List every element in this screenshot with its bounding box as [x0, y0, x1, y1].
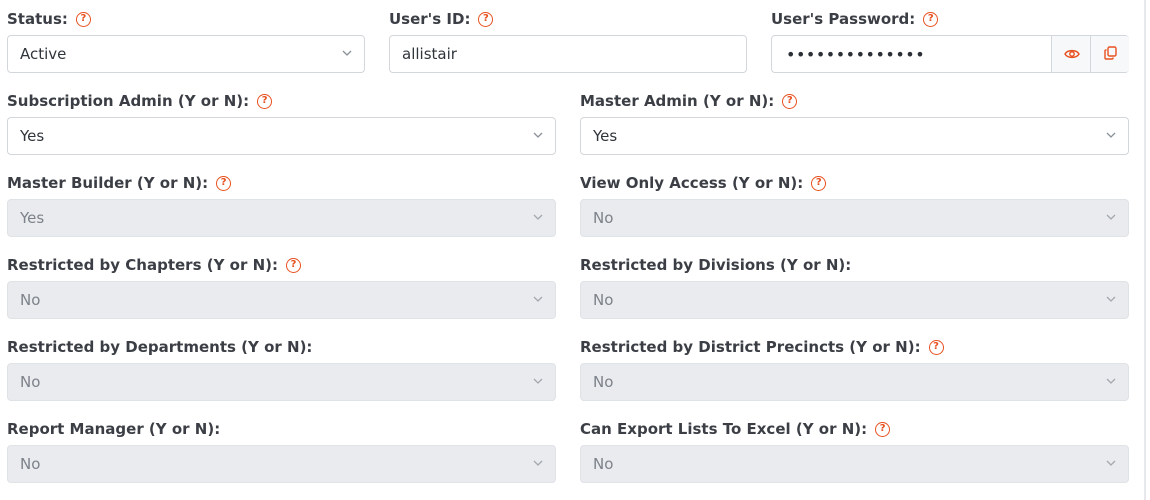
view-only-access-label: View Only Access (Y or N): ? [580, 173, 827, 193]
chevron-down-icon [1106, 295, 1116, 303]
subscription-admin-label: Subscription Admin (Y or N): ? [7, 91, 273, 111]
user-id-value: allistair [402, 45, 457, 63]
password-input[interactable]: •••••••••••••• [771, 35, 1129, 73]
copy-password-button[interactable] [1090, 36, 1129, 72]
restricted-departments-field: Restricted by Departments (Y or N): No [7, 337, 556, 401]
help-icon[interactable]: ? [875, 421, 891, 437]
restricted-chapters-select: No [7, 281, 556, 319]
restricted-divisions-label: Restricted by Divisions (Y or N): [580, 256, 852, 274]
scrollbar-track[interactable] [1144, 0, 1146, 500]
master-admin-label: Master Admin (Y or N): ? [580, 91, 798, 111]
help-icon[interactable]: ? [257, 93, 273, 109]
chevron-down-icon [533, 213, 543, 221]
view-only-access-value: No [593, 209, 614, 227]
report-manager-field: Report Manager (Y or N): No [7, 419, 556, 483]
help-icon[interactable]: ? [286, 257, 302, 273]
help-icon[interactable]: ? [478, 11, 494, 27]
user-id-label: User's ID: ? [389, 9, 494, 29]
eye-icon [1063, 45, 1080, 64]
restricted-departments-value: No [20, 373, 41, 391]
chevron-down-icon [533, 131, 543, 139]
restricted-chapters-value: No [20, 291, 41, 309]
restricted-chapters-field: Restricted by Chapters (Y or N): ? No [7, 255, 556, 319]
chevron-down-icon [342, 49, 352, 57]
master-builder-value: Yes [20, 209, 45, 227]
help-icon[interactable]: ? [216, 175, 232, 191]
master-admin-field: Master Admin (Y or N): ? Yes [580, 91, 1129, 155]
restricted-divisions-field: Restricted by Divisions (Y or N): No [580, 255, 1129, 319]
report-manager-value: No [20, 455, 41, 473]
status-select[interactable]: Active [7, 35, 365, 73]
export-excel-label: Can Export Lists To Excel (Y or N): ? [580, 419, 891, 439]
show-password-button[interactable] [1051, 36, 1091, 72]
copy-icon [1103, 45, 1117, 64]
chevron-down-icon [1106, 459, 1116, 467]
restricted-district-precincts-field: Restricted by District Precincts (Y or N… [580, 337, 1129, 401]
restricted-departments-select: No [7, 363, 556, 401]
chevron-down-icon [1106, 377, 1116, 385]
view-only-access-select: No [580, 199, 1129, 237]
restricted-chapters-label: Restricted by Chapters (Y or N): ? [7, 255, 302, 275]
subscription-admin-value: Yes [20, 127, 45, 145]
subscription-admin-select[interactable]: Yes [7, 117, 556, 155]
master-builder-label: Master Builder (Y or N): ? [7, 173, 232, 193]
status-value: Active [20, 45, 67, 63]
help-icon[interactable]: ? [811, 175, 827, 191]
restricted-district-precincts-label: Restricted by District Precincts (Y or N… [580, 337, 944, 357]
chevron-down-icon [533, 459, 543, 467]
subscription-admin-field: Subscription Admin (Y or N): ? Yes [7, 91, 556, 155]
master-builder-select: Yes [7, 199, 556, 237]
master-builder-field: Master Builder (Y or N): ? Yes [7, 173, 556, 237]
report-manager-select: No [7, 445, 556, 483]
user-password-label: User's Password: ? [771, 9, 939, 29]
chevron-down-icon [533, 377, 543, 385]
user-password-field: User's Password: ? •••••••••••••• [771, 9, 1129, 73]
restricted-divisions-value: No [593, 291, 614, 309]
help-icon[interactable]: ? [782, 93, 798, 109]
chevron-down-icon [1106, 131, 1116, 139]
export-excel-select: No [580, 445, 1129, 483]
export-excel-field: Can Export Lists To Excel (Y or N): ? No [580, 419, 1129, 483]
restricted-departments-label: Restricted by Departments (Y or N): [7, 338, 313, 356]
chevron-down-icon [533, 295, 543, 303]
restricted-district-precincts-value: No [593, 373, 614, 391]
user-id-input[interactable]: allistair [389, 35, 747, 73]
export-excel-value: No [593, 455, 614, 473]
help-icon[interactable]: ? [75, 11, 91, 27]
help-icon[interactable]: ? [923, 11, 939, 27]
master-admin-value: Yes [593, 127, 618, 145]
user-id-field: User's ID: ? allistair [389, 9, 747, 73]
master-admin-select[interactable]: Yes [580, 117, 1129, 155]
report-manager-label: Report Manager (Y or N): [7, 420, 221, 438]
help-icon[interactable]: ? [928, 339, 944, 355]
chevron-down-icon [1106, 213, 1116, 221]
restricted-divisions-select: No [580, 281, 1129, 319]
view-only-access-field: View Only Access (Y or N): ? No [580, 173, 1129, 237]
status-label: Status: ? [7, 9, 91, 29]
password-value: •••••••••••••• [786, 45, 926, 64]
restricted-district-precincts-select: No [580, 363, 1129, 401]
status-field: Status: ? Active [7, 9, 365, 73]
